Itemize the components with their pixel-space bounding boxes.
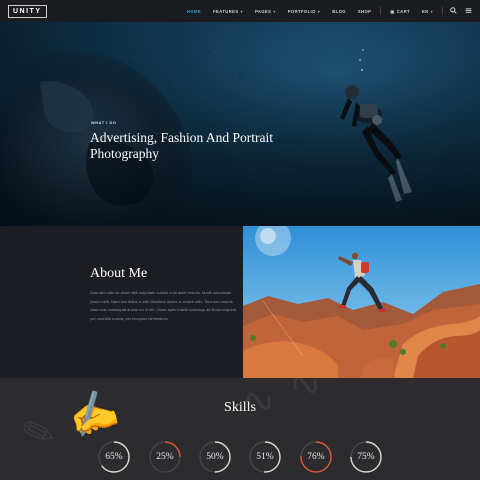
skill-value: 75% xyxy=(357,452,375,462)
chevron-down-icon: ▾ xyxy=(430,8,433,14)
hero-section: WHAT I DO Advertising, Fashion And Portr… xyxy=(0,22,480,226)
about-photo xyxy=(243,226,480,378)
about-body: Duis sed odio sit amet nibh vulputate cu… xyxy=(90,290,237,321)
nav-item-portfolio[interactable]: PORTFOLIO ▾ xyxy=(288,9,320,14)
underwater-hero-image xyxy=(0,22,480,226)
top-navbar: UNITY HOME FEATURES ▾ PAGES ▾ PORTFOLIO ▾ B… xyxy=(0,0,480,22)
nav-item-shop[interactable]: SHOP xyxy=(358,9,371,14)
skill-ring: 65% xyxy=(97,440,131,474)
menu-divider xyxy=(380,7,382,15)
skills-section: ✎ ✍ ∿ ∿ Skills 65% 25% 50% 51% 76% 75% xyxy=(0,378,480,480)
hamburger-menu-icon[interactable] xyxy=(465,7,472,16)
nav-item-language[interactable]: EN ▾ xyxy=(422,9,433,14)
skill-value: 50% xyxy=(206,452,224,462)
skill-ring: 25% xyxy=(148,440,182,474)
nav-item-pages[interactable]: PAGES ▾ xyxy=(255,9,276,14)
hero-title: Advertising, Fashion And Portrait Photog… xyxy=(90,130,273,161)
skill-value: 65% xyxy=(105,452,123,462)
skill-value: 76% xyxy=(307,452,325,462)
menu-divider xyxy=(442,7,443,15)
chevron-down-icon: ▾ xyxy=(240,8,243,14)
chevron-down-icon: ▾ xyxy=(273,8,276,14)
about-title: About Me xyxy=(90,266,148,281)
site-logo[interactable]: UNITY xyxy=(8,4,47,18)
chevron-down-icon: ▾ xyxy=(317,8,321,14)
about-text-block: About Me Duis sed odio sit amet nibh vul… xyxy=(90,266,240,323)
search-icon[interactable] xyxy=(450,6,457,16)
nav-item-cart[interactable]: ▣ CART xyxy=(390,9,410,14)
nav-item-blog[interactable]: BLOG xyxy=(332,9,346,14)
main-menu: HOME FEATURES ▾ PAGES ▾ PORTFOLIO ▾ BLOG SH… xyxy=(181,0,476,22)
hero-eyebrow: WHAT I DO xyxy=(91,120,117,125)
nav-item-home[interactable]: HOME xyxy=(187,9,201,14)
skill-ring: 76% xyxy=(299,440,333,474)
skill-ring: 50% xyxy=(198,440,232,474)
cart-icon: ▣ xyxy=(390,8,395,14)
skill-ring: 51% xyxy=(248,440,282,474)
climber-photo xyxy=(243,226,480,378)
nav-item-features[interactable]: FEATURES ▾ xyxy=(213,9,243,14)
page: UNITY HOME FEATURES ▾ PAGES ▾ PORTFOLIO ▾ B… xyxy=(0,0,480,480)
about-section: About Me Duis sed odio sit amet nibh vul… xyxy=(0,226,480,378)
skill-value: 25% xyxy=(156,452,174,462)
skills-title: Skills xyxy=(224,400,256,415)
skill-ring: 75% xyxy=(349,440,383,474)
skill-value: 51% xyxy=(256,452,274,462)
